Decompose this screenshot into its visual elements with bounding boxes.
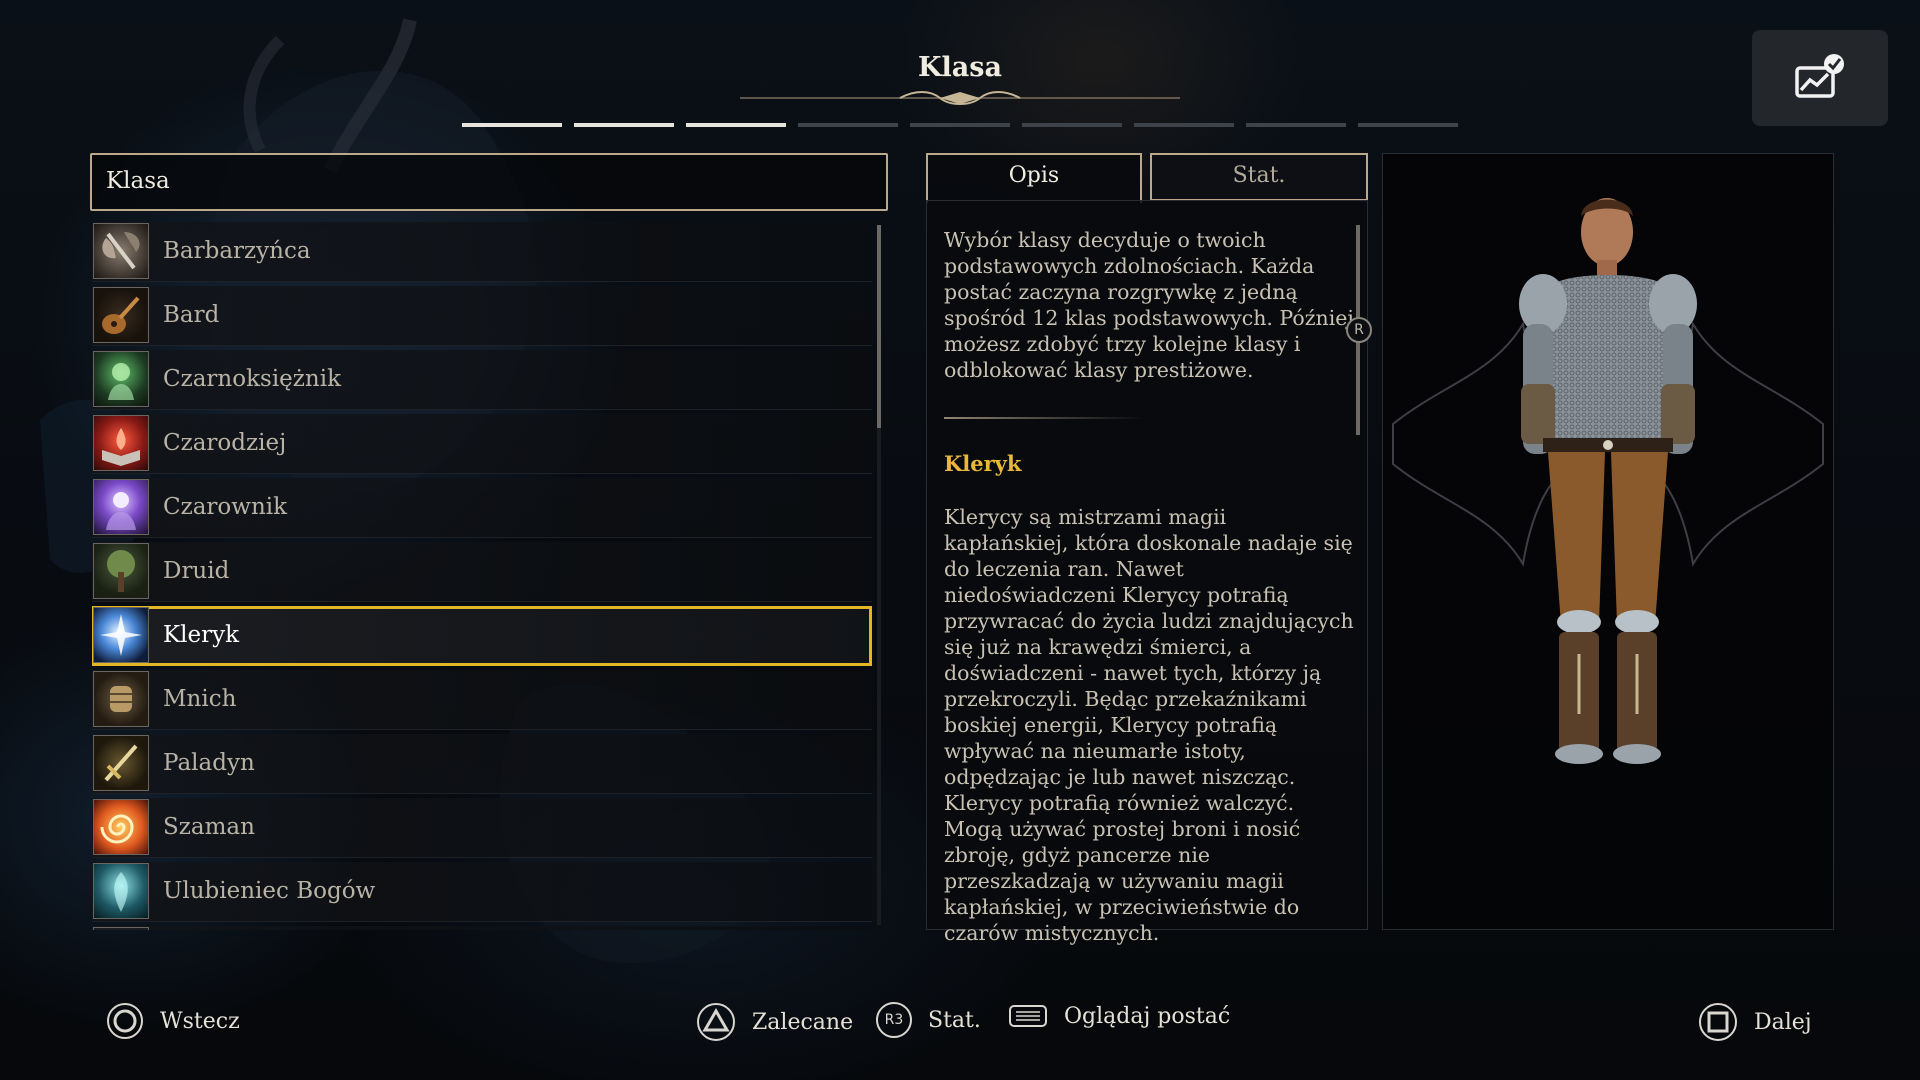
- next-label: Dalej: [1754, 1009, 1812, 1035]
- progress-step: [798, 123, 898, 127]
- class-item-label: Ulubieniec Bogów: [163, 878, 376, 904]
- stats-hint[interactable]: R3 Stat.: [876, 1002, 981, 1038]
- recommended-label: Zalecane: [752, 1009, 854, 1035]
- spellbook-icon: [93, 415, 149, 471]
- character-preview[interactable]: [1382, 153, 1834, 930]
- dark-magic-hand-icon: [93, 351, 149, 407]
- recommended-hint[interactable]: Zalecane: [696, 1002, 853, 1042]
- class-item-label: Czarownik: [163, 494, 288, 520]
- partial-class-icon: [93, 927, 149, 930]
- class-item-barbarian[interactable]: Barbarzyńca: [92, 222, 872, 282]
- class-item-favored-soul[interactable]: Ulubieniec Bogów: [92, 862, 872, 922]
- class-item-druid[interactable]: Druid: [92, 542, 872, 602]
- selected-class-description: Klerycy są mistrzami magii kapłańskiej, …: [944, 505, 1354, 945]
- axe-icon: [93, 223, 149, 279]
- chart-check-icon: [1795, 54, 1844, 98]
- r3-button-icon: R3: [876, 1002, 912, 1038]
- class-list-header-label: Klasa: [106, 168, 170, 194]
- progress-step: [686, 123, 786, 127]
- class-item-label: Kleryk: [163, 622, 240, 648]
- class-item-monk[interactable]: Mnich: [92, 670, 872, 730]
- progress-step: [462, 123, 562, 127]
- right-stick-scroll-icon: R: [1346, 317, 1372, 343]
- progress-step: [1022, 123, 1122, 127]
- title-ornament: [740, 91, 1180, 105]
- page-title: Klasa: [918, 52, 1002, 83]
- touchpad-icon: [1009, 1005, 1047, 1027]
- progress-step: [910, 123, 1010, 127]
- class-item-label: Bard: [163, 302, 220, 328]
- class-item-paladin[interactable]: Paladyn: [92, 734, 872, 794]
- spirit-icon: [93, 863, 149, 919]
- progress-step: [574, 123, 674, 127]
- class-item-label: Druid: [163, 558, 230, 584]
- view-character-label: Oglądaj postać: [1064, 1003, 1231, 1029]
- class-list-header: Klasa: [90, 153, 888, 211]
- class-item-label: Paladyn: [163, 750, 255, 776]
- holy-light-icon: [93, 607, 149, 663]
- progress-step: [1358, 123, 1458, 127]
- back-label: Wstecz: [160, 1008, 240, 1034]
- fist-icon: [93, 671, 149, 727]
- selected-class-name: Kleryk: [944, 451, 1022, 476]
- class-item-bard[interactable]: Bard: [92, 286, 872, 346]
- class-item-label: Czarodziej: [163, 430, 287, 456]
- class-item-label: Szaman: [163, 814, 255, 840]
- character-model: [1392, 198, 1824, 764]
- progress-step: [1246, 123, 1346, 127]
- sword-icon: [93, 735, 149, 791]
- tab-description[interactable]: Opis: [926, 153, 1142, 203]
- circle-button-icon: [107, 1003, 143, 1039]
- class-item-label: Mnich: [163, 686, 237, 712]
- class-item-shaman[interactable]: Szaman: [92, 798, 872, 858]
- back-hint[interactable]: Wstecz: [106, 1002, 240, 1040]
- class-item-label: Barbarzyńca: [163, 238, 311, 264]
- square-button-icon: [1699, 1003, 1737, 1041]
- tab-stats[interactable]: Stat.: [1150, 153, 1368, 201]
- description-intro: Wybór klasy decyduje o twoich podstawowy…: [944, 228, 1354, 382]
- next-hint[interactable]: Dalej: [1698, 1002, 1812, 1042]
- lute-icon: [93, 287, 149, 343]
- class-item-cleric[interactable]: Kleryk: [92, 606, 872, 666]
- creation-progress: [462, 123, 1458, 127]
- class-item-sorcerer[interactable]: Czarownik: [92, 478, 872, 538]
- spiral-icon: [93, 799, 149, 855]
- view-character-hint[interactable]: Oglądaj postać: [1008, 1002, 1230, 1030]
- compare-stats-button[interactable]: [1752, 30, 1888, 126]
- arcane-hand-icon: [93, 479, 149, 535]
- class-list: Barbarzyńca Bard Czarnoksiężnik Czarodzi…: [90, 214, 888, 930]
- class-item-warlock[interactable]: Czarnoksiężnik: [92, 350, 872, 410]
- class-item-next-partial[interactable]: [92, 926, 872, 930]
- description-divider: [944, 417, 1144, 419]
- triangle-button-icon: [697, 1003, 735, 1041]
- class-item-label: Czarnoksiężnik: [163, 366, 342, 392]
- description-panel: Wybór klasy decyduje o twoich podstawowy…: [926, 200, 1368, 945]
- class-item-wizard[interactable]: Czarodziej: [92, 414, 872, 474]
- tree-icon: [93, 543, 149, 599]
- stats-label: Stat.: [928, 1007, 981, 1033]
- progress-step: [1134, 123, 1234, 127]
